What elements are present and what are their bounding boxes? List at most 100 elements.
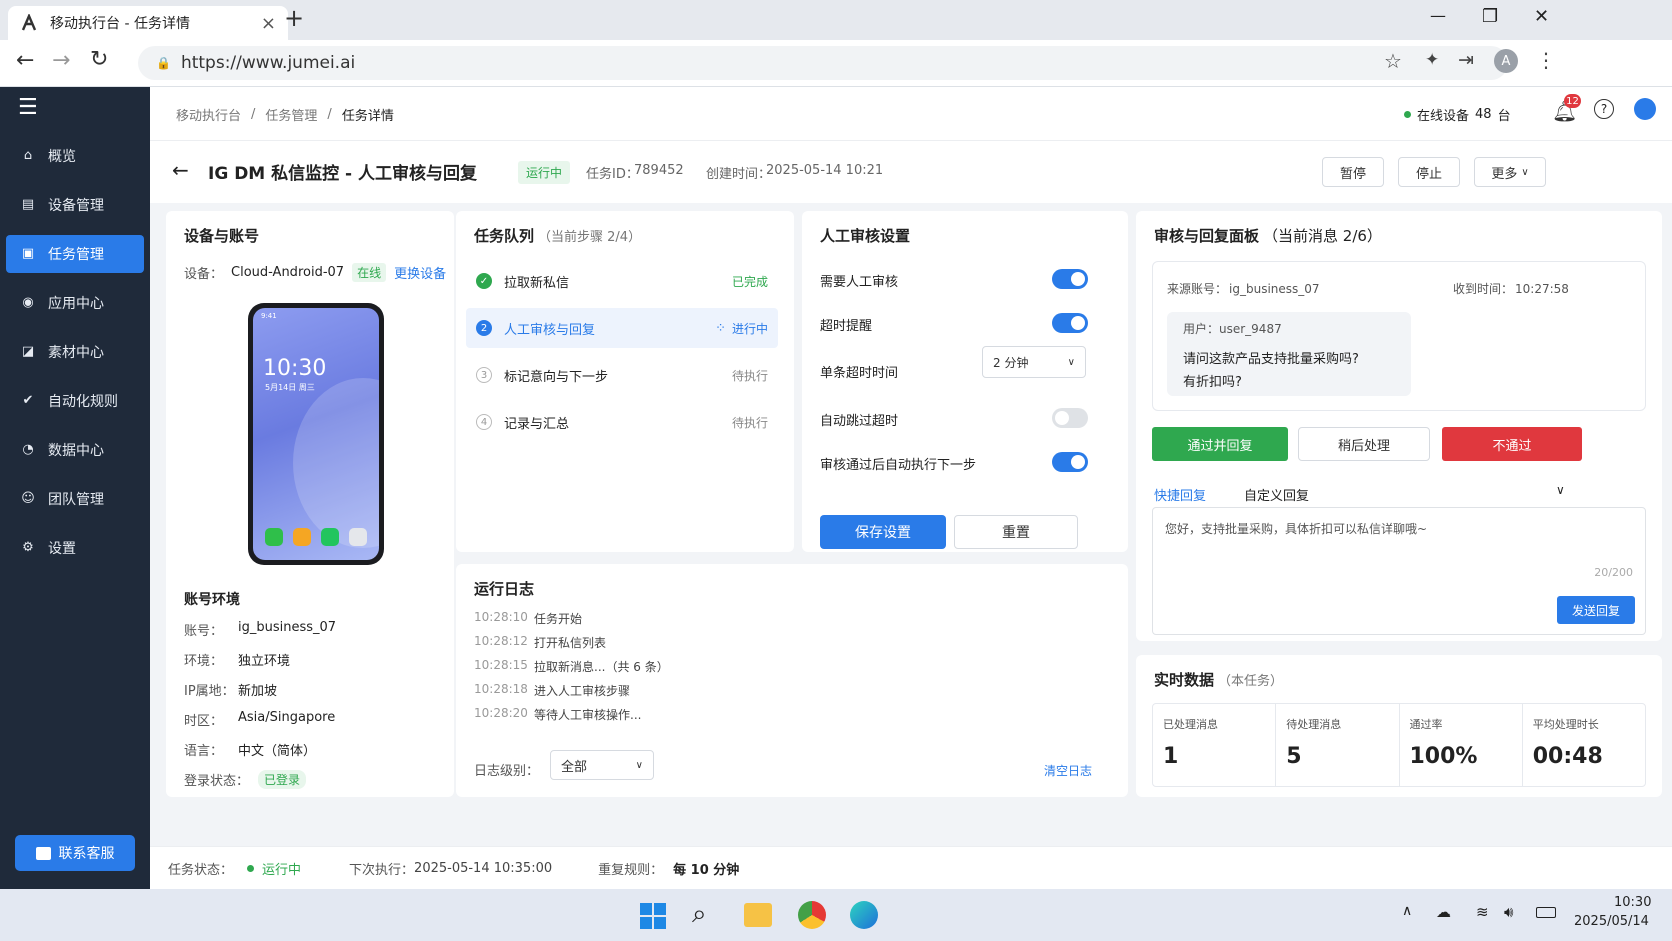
pause-button[interactable]: 暂停 bbox=[1322, 157, 1384, 187]
help-icon[interactable]: ? bbox=[1594, 99, 1614, 119]
browser-menu-icon[interactable]: ⋮ bbox=[1536, 48, 1556, 72]
env-value: 中文（简体） bbox=[238, 744, 317, 759]
chat-app-icon bbox=[321, 528, 339, 546]
queue-sub: （当前步骤 2/4） bbox=[538, 230, 642, 245]
sidebar-item-7[interactable]: ☺ 团队管理 bbox=[6, 480, 144, 518]
log-level-select[interactable]: 全部 ∨ bbox=[550, 750, 654, 780]
contact-support-button[interactable]: 联系客服 bbox=[15, 835, 135, 871]
back-icon[interactable]: ← bbox=[16, 48, 34, 73]
reset-button[interactable]: 重置 bbox=[954, 515, 1078, 549]
setting-toggle[interactable] bbox=[1052, 408, 1088, 428]
chevron-down-icon[interactable]: ∨ bbox=[1556, 483, 1565, 497]
sidebar: ☰ ⌂ 概览 ▤ 设备管理 ▣ 任务管理 ◉ 应用中心 ◪ 素材中心 ✔ 自动化规则 ◔ 数据中心 ☺ 团队管… bbox=[0, 87, 150, 889]
edge-icon[interactable] bbox=[850, 901, 878, 929]
stat-label: 通过率 bbox=[1409, 718, 1443, 731]
log-message: 等待人工审核操作... bbox=[534, 708, 642, 722]
url-field[interactable]: 🔒 https://www.jumei.ai bbox=[138, 46, 1508, 80]
share-icon[interactable]: ⇥ bbox=[1458, 49, 1474, 71]
more-button[interactable]: 更多 ∨ bbox=[1474, 157, 1546, 187]
check-circle-icon: ✓ bbox=[476, 273, 492, 289]
phone-clock: 10:30 bbox=[263, 356, 327, 381]
setting-toggle[interactable] bbox=[1052, 269, 1088, 289]
wifi-icon[interactable]: ≋ bbox=[1476, 903, 1489, 921]
extensions-icon[interactable]: ✦ bbox=[1425, 50, 1439, 70]
phone-date: 5月14日 周三 bbox=[265, 383, 315, 392]
file-explorer-icon[interactable] bbox=[744, 903, 772, 927]
close-tab-icon[interactable]: × bbox=[261, 13, 276, 34]
setting-label: 超时提醒 bbox=[820, 319, 873, 334]
maximize-button[interactable]: ❐ bbox=[1482, 6, 1498, 27]
env-title: 账号环境 bbox=[184, 592, 240, 608]
tab-quick-reply[interactable]: 快捷回复 bbox=[1154, 485, 1206, 504]
volume-icon[interactable]: 🔊︎ bbox=[1504, 903, 1513, 921]
send-reply-button[interactable]: 发送回复 bbox=[1557, 596, 1635, 624]
message-box: 来源账号： ig_business_07 收到时间： 10:27:58 用户：use… bbox=[1152, 261, 1646, 411]
stop-button[interactable]: 停止 bbox=[1398, 157, 1460, 187]
sidebar-item-label: 自动化规则 bbox=[48, 394, 118, 410]
setting-toggle[interactable] bbox=[1052, 313, 1088, 333]
reject-button[interactable]: 不通过 bbox=[1442, 427, 1582, 461]
close-window-button[interactable]: ✕ bbox=[1534, 6, 1549, 27]
run-log-card: 运行日志 日志级别： 全部 ∨ 清空日志 10:28:10 任务开始 10:28:12… bbox=[456, 564, 1128, 797]
browser-tab[interactable]: 移动执行台 - 任务详情 × bbox=[8, 6, 288, 40]
sidebar-item-4[interactable]: ◪ 素材中心 bbox=[6, 333, 144, 371]
main-area: 移动执行台 / 任务管理 / 任务详情 在线设备 48 台 🔔︎ 12 ? ← IG… bbox=[150, 87, 1672, 889]
windows-start-icon[interactable] bbox=[640, 903, 666, 929]
breadcrumb-item[interactable]: 移动执行台 bbox=[176, 105, 241, 124]
clock-date: 2025/05/14 bbox=[1574, 914, 1649, 929]
sidebar-item-1[interactable]: ▤ 设备管理 bbox=[6, 186, 144, 224]
timeout-select[interactable]: 2 分钟 ∨ bbox=[982, 346, 1086, 378]
chrome-icon[interactable] bbox=[798, 901, 826, 929]
sidebar-item-8[interactable]: ⚙ 设置 bbox=[6, 529, 144, 567]
reply-textarea[interactable]: 您好，支持批量采购，具体折扣可以私信详聊哦~ 20/200 发送回复 bbox=[1152, 507, 1646, 635]
new-tab-button[interactable]: + bbox=[284, 4, 304, 32]
minimize-button[interactable]: — bbox=[1430, 6, 1446, 25]
log-time: 10:28:20 bbox=[474, 706, 528, 720]
hamburger-menu-icon[interactable]: ☰ bbox=[18, 95, 38, 120]
clear-log-link[interactable]: 清空日志 bbox=[1044, 762, 1092, 779]
address-bar-row: ← → ↻ 🔒 https://www.jumei.ai ☆ ✦ ⇥ A ⋮ bbox=[0, 40, 1672, 87]
received-time: 10:27:58 bbox=[1515, 281, 1569, 296]
save-settings-button[interactable]: 保存设置 bbox=[820, 515, 946, 549]
chevron-down-icon: ∨ bbox=[1521, 166, 1529, 178]
apps-icon: ◉ bbox=[22, 295, 34, 310]
queue-step[interactable]: ✓ 拉取新私信 已完成 bbox=[466, 261, 778, 301]
sidebar-item-6[interactable]: ◔ 数据中心 bbox=[6, 431, 144, 469]
cloud-icon[interactable]: ☁ bbox=[1436, 903, 1451, 921]
log-level-label: 日志级别： bbox=[474, 764, 540, 779]
status-badge: 运行中 bbox=[518, 161, 571, 184]
reload-icon[interactable]: ↻ bbox=[90, 47, 108, 72]
later-button[interactable]: 稍后处理 bbox=[1298, 427, 1430, 461]
approve-reply-button[interactable]: 通过并回复 bbox=[1152, 427, 1288, 461]
devices-icon: ▤ bbox=[21, 197, 35, 212]
queue-step[interactable]: 4 记录与汇总 待执行 bbox=[466, 402, 778, 442]
repeat-label: 重复规则： bbox=[598, 862, 664, 878]
review-panel-title: 审核与回复面板 bbox=[1154, 227, 1260, 245]
bookmark-star-icon[interactable]: ☆ bbox=[1384, 49, 1402, 73]
stats-sub: （本任务） bbox=[1218, 674, 1284, 689]
sidebar-item-5[interactable]: ✔ 自动化规则 bbox=[6, 382, 144, 420]
chevron-up-icon[interactable]: ∧ bbox=[1402, 903, 1412, 919]
queue-step[interactable]: 3 标记意向与下一步 待执行 bbox=[466, 355, 778, 395]
login-status-badge: 已登录 bbox=[258, 770, 307, 789]
sidebar-item-2[interactable]: ▣ 任务管理 bbox=[6, 235, 144, 273]
profile-avatar[interactable]: A bbox=[1494, 49, 1518, 73]
queue-step[interactable]: 2 人工审核与回复 ⁘ 进行中 bbox=[466, 308, 778, 348]
next-run-label: 下次执行： bbox=[349, 862, 415, 878]
forward-icon[interactable]: → bbox=[52, 48, 70, 73]
camera-icon bbox=[349, 528, 367, 546]
breadcrumb-item[interactable]: 任务管理 bbox=[265, 105, 317, 124]
setting-toggle[interactable] bbox=[1052, 452, 1088, 472]
step-state: 待执行 bbox=[731, 415, 768, 430]
sidebar-item-3[interactable]: ◉ 应用中心 bbox=[6, 284, 144, 322]
sidebar-item-0[interactable]: ⌂ 概览 bbox=[6, 137, 144, 175]
search-icon[interactable]: ⌕ bbox=[692, 899, 707, 930]
created-time: 2025-05-14 10:21 bbox=[766, 163, 884, 178]
change-device-link[interactable]: 更换设备 bbox=[394, 263, 446, 282]
tab-custom-reply[interactable]: 自定义回复 bbox=[1244, 485, 1309, 504]
device-label: 设备： bbox=[184, 267, 224, 282]
user-avatar-icon[interactable] bbox=[1634, 98, 1656, 120]
battery-icon[interactable] bbox=[1536, 907, 1556, 918]
back-arrow-icon[interactable]: ← bbox=[172, 158, 189, 182]
gear-icon: ⚙ bbox=[22, 540, 34, 555]
